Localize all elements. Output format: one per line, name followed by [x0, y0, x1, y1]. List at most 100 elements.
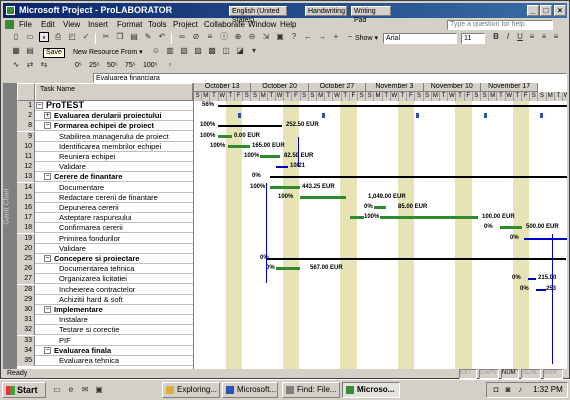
zoom-0-button[interactable]: 0⁵ — [75, 62, 82, 69]
toolbar-icon[interactable]: ▫ — [165, 60, 175, 70]
task-row[interactable]: 30 − Implementare — [17, 305, 193, 315]
task-bar[interactable] — [374, 206, 386, 209]
summary-bar[interactable] — [218, 125, 282, 128]
add-icon[interactable]: + — [331, 32, 341, 42]
collapse-icon[interactable]: − — [36, 102, 43, 109]
open-icon[interactable]: ▭ — [25, 32, 35, 42]
taskbar-microsoft-project[interactable]: Microso... — [342, 382, 400, 398]
zoom-50-button[interactable]: 50⁵ — [107, 62, 118, 69]
zoom-out-icon[interactable]: ⊖ — [247, 32, 257, 42]
zoom-100-button[interactable]: 100⁵ — [143, 62, 158, 69]
link-tasks-icon[interactable]: ∞ — [177, 32, 187, 42]
view-bar[interactable]: Gantt Chart — [3, 83, 17, 369]
outlook-icon[interactable]: ✉ — [80, 385, 90, 395]
task-row[interactable]: 10 Identificarea membrilor echipei — [17, 141, 193, 152]
task-id[interactable]: 19 — [17, 233, 35, 244]
entry-input[interactable]: Evaluarea financiara — [93, 73, 567, 83]
italic-icon[interactable]: I — [503, 32, 513, 42]
align-center-icon[interactable]: ≡ — [539, 32, 549, 42]
split-task-icon[interactable]: ≡ — [205, 32, 215, 42]
toolbar-icon[interactable]: ⇆ — [39, 60, 49, 70]
task-name[interactable]: Formarea echipei de proiect — [54, 121, 193, 130]
task-bar[interactable] — [276, 166, 288, 169]
task-id[interactable]: 34 — [17, 345, 35, 356]
paste-icon[interactable]: ▤ — [129, 32, 139, 42]
cut-icon[interactable]: ✂ — [101, 32, 111, 42]
show-desktop-icon[interactable]: ▭ — [52, 385, 62, 395]
task-id[interactable]: 33 — [17, 335, 35, 346]
task-row[interactable]: 14 Documentare — [17, 182, 193, 193]
task-name[interactable]: Redactare cererii de finantare — [59, 193, 193, 202]
collapse-icon[interactable]: − — [44, 122, 51, 130]
task-id[interactable]: 30 — [17, 305, 35, 315]
toolbar-icon[interactable]: ▧ — [179, 46, 189, 56]
task-name[interactable]: PIF — [59, 336, 193, 345]
taskbar-exploring[interactable]: Exploring... — [162, 382, 220, 398]
menu-project[interactable]: Project — [173, 20, 198, 29]
task-row[interactable]: 9 Stabilirea managerului de proiect — [17, 131, 193, 142]
bold-icon[interactable]: B — [491, 32, 501, 42]
task-name[interactable]: Primirea fondurilor — [59, 234, 193, 243]
toolbar-icon[interactable]: ▦ — [11, 46, 21, 56]
task-row[interactable]: 35 Evaluarea tehnica — [17, 356, 193, 366]
collapse-icon[interactable]: − — [44, 346, 51, 354]
id-header[interactable] — [17, 83, 35, 101]
task-row[interactable]: 34 − Evaluarea finala — [17, 345, 193, 356]
task-id[interactable]: 26 — [17, 264, 35, 275]
goto-task-icon[interactable]: ⇲ — [261, 32, 271, 42]
task-row[interactable]: 19 Primirea fondurilor — [17, 233, 193, 244]
task-id[interactable]: 2 — [17, 111, 35, 122]
print-icon[interactable]: ⎙ — [53, 32, 63, 42]
task-name[interactable]: Identificarea membrilor echipei — [59, 142, 193, 151]
quick-launch-icon[interactable]: ▣ — [94, 385, 104, 395]
minimize-button[interactable]: _ — [527, 5, 539, 16]
toolbar-icon[interactable]: ◪ — [235, 46, 245, 56]
unlink-tasks-icon[interactable]: ⊘ — [191, 32, 201, 42]
milestone-marker[interactable] — [484, 113, 487, 119]
taskbar-find-file[interactable]: Find: File... — [282, 382, 340, 398]
task-name-header[interactable]: Task Name — [35, 83, 193, 101]
task-name[interactable]: Achizitii hard & soft — [59, 295, 193, 304]
task-bar[interactable] — [228, 144, 250, 148]
writing-pad-button[interactable]: Writing Pad — [351, 6, 391, 24]
menu-file[interactable]: File — [19, 20, 32, 29]
font-select[interactable]: Arial — [383, 33, 457, 44]
undo-icon[interactable]: ↶ — [157, 32, 167, 42]
task-bar[interactable] — [524, 237, 567, 240]
taskbar-microsoft[interactable]: Microsoft... — [222, 382, 278, 398]
summary-bar[interactable] — [218, 105, 567, 107]
new-resource-from-button[interactable]: New Resource From ▾ — [73, 48, 143, 56]
help-icon[interactable]: ? — [289, 32, 299, 42]
document-icon[interactable] — [5, 20, 14, 29]
task-bar[interactable] — [380, 216, 478, 220]
task-id[interactable]: 8 — [17, 121, 35, 132]
collapse-icon[interactable]: − — [44, 306, 51, 313]
task-name[interactable]: Implementare — [54, 305, 193, 314]
task-bar[interactable] — [218, 134, 232, 138]
copy-picture-icon[interactable]: ▣ — [275, 32, 285, 42]
task-id[interactable]: 15 — [17, 192, 35, 203]
task-name[interactable]: Depunerea cererii — [59, 203, 193, 212]
toolbar-icon[interactable]: ▩ — [207, 46, 217, 56]
task-name[interactable]: Reuniera echipei — [59, 152, 193, 161]
task-id[interactable]: 12 — [17, 162, 35, 173]
expand-icon[interactable]: + — [44, 112, 51, 120]
language-indicator[interactable]: English (United States) — [229, 6, 287, 24]
underline-icon[interactable]: U — [515, 32, 525, 42]
task-id[interactable]: 13 — [17, 172, 35, 183]
task-name[interactable]: Confirmarea cererii — [59, 223, 193, 232]
task-name[interactable]: Evaluarea tehnica — [59, 356, 193, 365]
task-name[interactable]: ProTEST — [46, 101, 193, 110]
task-id[interactable]: 28 — [17, 284, 35, 295]
task-row[interactable]: 28 Incheierea contractelor — [17, 284, 193, 295]
task-bar[interactable] — [350, 216, 364, 220]
task-bar[interactable] — [276, 267, 300, 271]
task-information-icon[interactable]: ⓘ — [219, 32, 229, 42]
task-bar[interactable] — [270, 185, 300, 189]
task-name[interactable]: Validare — [59, 162, 193, 171]
task-row[interactable]: 8 − Formarea echipei de proiect — [17, 121, 193, 132]
task-row[interactable]: 1− ProTEST — [17, 101, 193, 111]
task-name[interactable]: Validare — [59, 244, 193, 253]
save-icon[interactable]: ▪ — [39, 32, 49, 42]
task-row[interactable]: 25 − Concepere si proiectare — [17, 254, 193, 264]
